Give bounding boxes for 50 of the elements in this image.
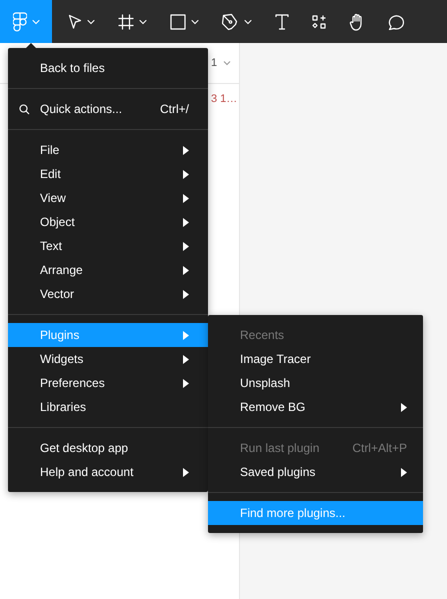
submenu-arrow-icon [183, 290, 189, 298]
pointer-icon [68, 14, 82, 30]
chevron-icon [223, 60, 232, 66]
menu-item[interactable]: File [8, 138, 208, 162]
logo-icon [12, 12, 26, 32]
caret-icon [139, 18, 147, 24]
submenu-arrow-icon [183, 266, 189, 274]
caret-icon [244, 18, 252, 24]
type-icon [275, 14, 289, 30]
submenu-arrow-icon [401, 402, 407, 412]
menu-item[interactable]: Preferences [8, 371, 208, 395]
submenu-arrow-icon [183, 146, 189, 154]
square-icon [170, 14, 186, 30]
submenu-arrow-icon [183, 354, 189, 364]
menu-item[interactable]: Libraries [8, 395, 208, 419]
caret-icon [87, 18, 95, 24]
menu-item[interactable]: Back to files [8, 56, 208, 80]
menu-item[interactable]: Remove BG [208, 395, 423, 419]
layer-label: 3 1… [211, 93, 238, 105]
search-icon [18, 104, 30, 114]
menu-item[interactable]: Help and account [8, 460, 208, 484]
caret-icon [191, 18, 199, 24]
shortcut-label: Ctrl+/ [160, 102, 189, 116]
submenu-arrow-icon [183, 330, 189, 340]
submenu-arrow-icon [183, 378, 189, 388]
menu-item[interactable]: Vector [8, 282, 208, 306]
submenu-arrow-icon [183, 242, 189, 250]
submenu-arrow-icon [401, 468, 407, 476]
frame-icon [118, 14, 134, 30]
menu-item[interactable]: View [8, 186, 208, 210]
comment-icon [388, 13, 406, 30]
page-label: 1 [211, 57, 218, 69]
submenu-arrow-icon [183, 218, 189, 226]
menu-item[interactable]: Saved plugins [208, 460, 423, 484]
menu-item[interactable]: Image Tracer [208, 347, 423, 371]
submenu-arrow-icon [183, 468, 189, 476]
menu-item[interactable]: Object [8, 210, 208, 234]
menu-item[interactable]: Unsplash [208, 371, 423, 395]
caret-icon [32, 18, 40, 24]
pen-icon [222, 13, 239, 30]
submenu-arrow-icon [183, 170, 189, 178]
submenu-arrow-icon [183, 194, 189, 202]
shapes-icon [312, 14, 326, 28]
shortcut-label: Ctrl+Alt+P [352, 441, 407, 455]
menu-item[interactable]: Arrange [8, 258, 208, 282]
menu-item[interactable]: Widgets [8, 347, 208, 371]
menu-item[interactable]: Get desktop app [8, 436, 208, 460]
menu-item[interactable]: Text [8, 234, 208, 258]
menu-item[interactable]: Quick actions... Ctrl+/ [8, 97, 208, 121]
menu-item[interactable]: Edit [8, 162, 208, 186]
